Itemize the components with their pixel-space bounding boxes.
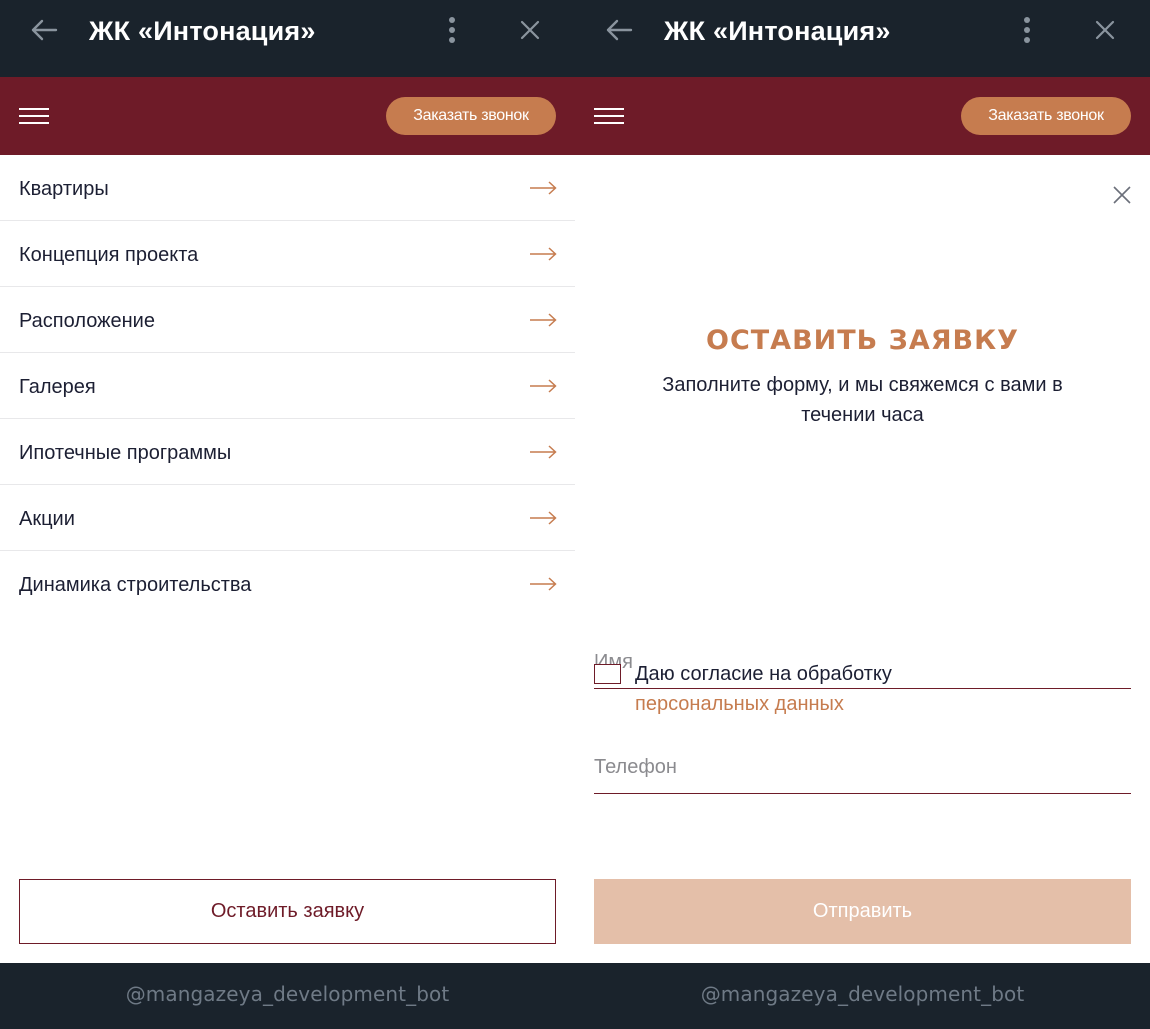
- nav-item-label: Квартиры: [19, 178, 109, 200]
- telegram-footer: @mangazeya_development_bot: [575, 963, 1150, 1029]
- close-form-icon[interactable]: [1111, 184, 1133, 206]
- nav-item-location[interactable]: Расположение: [0, 287, 575, 353]
- form-screen: ЖК «Интонация» Заказать звонок ОСТАВИТЬ …: [575, 0, 1150, 1029]
- phone-input[interactable]: [594, 730, 1131, 794]
- nav-item-label: Галерея: [19, 376, 96, 398]
- app-title: ЖК «Интонация»: [664, 16, 891, 46]
- submit-button[interactable]: Отправить: [594, 879, 1131, 944]
- arrow-right-icon: [530, 511, 557, 525]
- site-header: Заказать звонок: [575, 77, 1150, 155]
- app-title: ЖК «Интонация»: [89, 16, 316, 46]
- nav-item-construction-progress[interactable]: Динамика строительства: [0, 551, 575, 617]
- more-options-icon[interactable]: [1015, 14, 1039, 46]
- arrow-right-icon: [530, 379, 557, 393]
- consent-checkbox[interactable]: [594, 664, 621, 684]
- order-call-button[interactable]: Заказать звонок: [386, 97, 556, 135]
- site-header: Заказать звонок: [0, 77, 575, 155]
- telegram-footer: @mangazeya_development_bot: [0, 963, 575, 1029]
- consent-label: Даю согласие на обработку: [635, 663, 892, 685]
- burger-menu-icon[interactable]: [594, 106, 624, 126]
- nav-item-apartments[interactable]: Квартиры: [0, 155, 575, 221]
- nav-item-label: Концепция проекта: [19, 244, 199, 266]
- screens-container: ЖК «Интонация» Заказать звонок Квартиры: [0, 0, 1150, 1029]
- nav-item-label: Ипотечные программы: [19, 442, 232, 464]
- arrow-right-icon: [530, 445, 557, 459]
- arrow-right-icon: [530, 247, 557, 261]
- arrow-right-icon: [530, 313, 557, 327]
- close-icon[interactable]: [1090, 14, 1120, 46]
- nav-item-gallery[interactable]: Галерея: [0, 353, 575, 419]
- nav-item-promotions[interactable]: Акции: [0, 485, 575, 551]
- request-form: ОСТАВИТЬ ЗАЯВКУ Заполните форму, и мы св…: [575, 155, 1150, 963]
- menu-screen: ЖК «Интонация» Заказать звонок Квартиры: [0, 0, 575, 1029]
- close-icon[interactable]: [515, 14, 545, 46]
- more-options-icon[interactable]: [440, 14, 464, 46]
- personal-data-link[interactable]: персональных данных: [635, 689, 844, 719]
- order-call-button[interactable]: Заказать звонок: [961, 97, 1131, 135]
- form-subtitle: Заполните форму, и мы свяжемся с вами в …: [662, 374, 1063, 426]
- nav-menu: Квартиры Концепция проекта Расположение …: [0, 155, 575, 617]
- telegram-header: ЖК «Интонация»: [575, 0, 1150, 77]
- back-arrow-icon[interactable]: [603, 14, 635, 46]
- nav-item-concept[interactable]: Концепция проекта: [0, 221, 575, 287]
- arrow-right-icon: [530, 181, 557, 195]
- nav-item-label: Акции: [19, 508, 75, 530]
- bot-handle: @mangazeya_development_bot: [700, 982, 1025, 1006]
- back-arrow-icon[interactable]: [28, 14, 60, 46]
- burger-menu-icon[interactable]: [19, 106, 49, 126]
- nav-item-label: Динамика строительства: [19, 574, 252, 596]
- telegram-header: ЖК «Интонация»: [0, 0, 575, 77]
- arrow-right-icon: [530, 577, 557, 591]
- nav-item-label: Расположение: [19, 310, 155, 332]
- form-title: ОСТАВИТЬ ЗАЯВКУ: [706, 325, 1019, 356]
- nav-item-mortgage[interactable]: Ипотечные программы: [0, 419, 575, 485]
- leave-request-button[interactable]: Оставить заявку: [19, 879, 556, 944]
- bot-handle: @mangazeya_development_bot: [125, 982, 450, 1006]
